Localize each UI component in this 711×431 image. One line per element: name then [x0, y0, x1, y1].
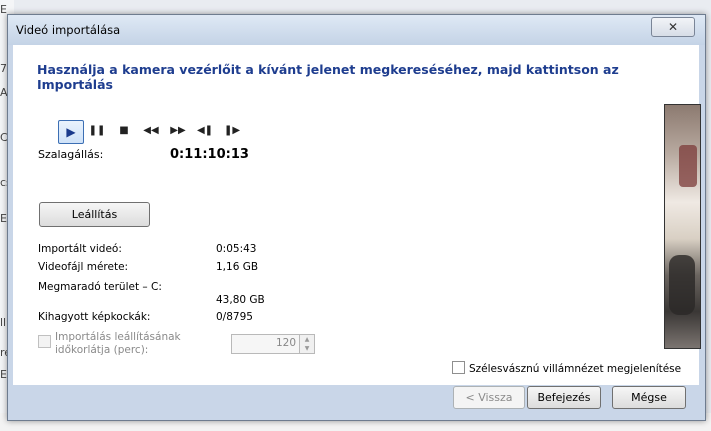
- timeout-checkbox[interactable]: [38, 335, 51, 348]
- bg-text: E: [0, 3, 7, 16]
- spin-up-icon[interactable]: ▲: [300, 335, 314, 344]
- step-forward-icon: ❚▶: [223, 125, 241, 136]
- file-size-value: 1,16 GB: [216, 261, 259, 273]
- stop-import-button[interactable]: Leállítás: [39, 202, 150, 227]
- imported-video-label: Importált videó:: [38, 243, 122, 255]
- close-icon: ✕: [667, 20, 679, 34]
- free-space-value: 43,80 GB: [216, 294, 265, 306]
- play-icon: ▶: [66, 125, 76, 139]
- video-preview: [664, 104, 701, 349]
- title-bar: Videó importálása ✕: [8, 15, 705, 45]
- timeout-input[interactable]: 120: [231, 334, 301, 354]
- stop-playback-button[interactable]: ■: [112, 120, 136, 142]
- cancel-button[interactable]: Mégse: [612, 386, 686, 409]
- dialog-content: Használja a kamera vezérlőit a kívánt je…: [13, 45, 701, 385]
- fast-forward-button[interactable]: ▶▶: [166, 120, 190, 142]
- close-button[interactable]: ✕: [651, 17, 695, 37]
- timeout-value: 120: [275, 337, 296, 349]
- free-space-label: Megmaradó terület – C:: [38, 281, 162, 293]
- dropped-frames-value: 0/8795: [216, 311, 253, 323]
- rewind-button[interactable]: ◀◀: [139, 120, 163, 142]
- bg-text: ll: [0, 316, 7, 329]
- back-button[interactable]: < Vissza: [453, 386, 525, 409]
- pause-button[interactable]: ❚❚: [85, 120, 109, 142]
- step-forward-button[interactable]: ❚▶: [220, 120, 244, 142]
- step-back-icon: ◀❚: [196, 125, 214, 136]
- pause-icon: ❚❚: [88, 125, 106, 136]
- widescreen-checkbox[interactable]: [452, 361, 465, 374]
- finish-button[interactable]: Befejezés: [527, 386, 601, 409]
- fast-forward-icon: ▶▶: [170, 125, 186, 136]
- timeout-label: Importálás leállításának időkorlátja (pe…: [55, 331, 181, 356]
- dropped-frames-label: Kihagyott képkockák:: [38, 311, 151, 323]
- rewind-icon: ◀◀: [143, 125, 159, 136]
- step-back-button[interactable]: ◀❚: [193, 120, 217, 142]
- instruction-heading: Használja a kamera vezérlőit a kívánt je…: [37, 62, 619, 92]
- tape-position-label: Szalagállás:: [38, 148, 104, 161]
- video-import-dialog: Videó importálása ✕ Használja a kamera v…: [7, 14, 706, 421]
- file-size-label: Videofájl mérete:: [38, 261, 129, 273]
- spin-down-icon[interactable]: ▼: [300, 344, 314, 353]
- imported-video-value: 0:05:43: [216, 243, 257, 255]
- play-button[interactable]: ▶: [58, 120, 84, 144]
- bg-text: 7: [0, 62, 7, 75]
- tape-position-value: 0:11:10:13: [170, 147, 249, 162]
- widescreen-label: Szélesvásznú villámnézet megjelenítése: [469, 363, 682, 375]
- stop-icon: ■: [119, 125, 129, 136]
- timeout-spinner[interactable]: ▲ ▼: [299, 334, 315, 354]
- window-title: Videó importálása: [16, 23, 121, 37]
